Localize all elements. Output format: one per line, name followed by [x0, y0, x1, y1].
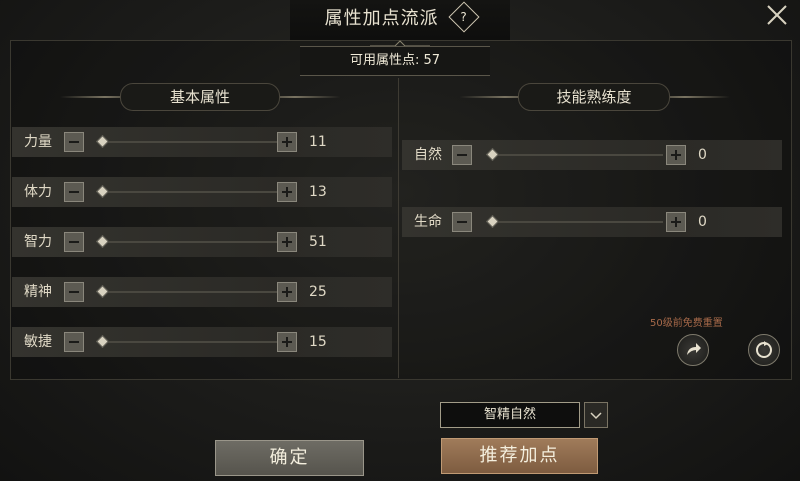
- minus-button[interactable]: [64, 182, 84, 202]
- stat-label: 生命: [414, 214, 442, 230]
- minus-icon: [69, 341, 79, 343]
- available-points: 可用属性点: 57: [300, 46, 490, 76]
- stat-value: 25: [309, 284, 327, 300]
- confirm-button[interactable]: 确定: [215, 440, 364, 476]
- plus-button[interactable]: [277, 232, 297, 252]
- slider-track[interactable]: [108, 291, 278, 293]
- stat-label: 体力: [24, 184, 52, 200]
- minus-icon: [69, 291, 79, 293]
- chevron-down-icon: [590, 412, 602, 420]
- stat-row: 体力 13: [12, 177, 392, 207]
- minus-button[interactable]: [64, 132, 84, 152]
- redo-button[interactable]: [677, 334, 709, 366]
- close-icon[interactable]: [764, 2, 790, 28]
- minus-icon: [457, 154, 467, 156]
- plus-button[interactable]: [666, 212, 686, 232]
- available-points-value: 57: [423, 53, 441, 68]
- stat-label: 智力: [24, 234, 52, 250]
- stat-value: 51: [309, 234, 327, 250]
- stat-value: 11: [309, 134, 327, 150]
- basic-section-title: 基本属性: [120, 83, 280, 111]
- slider-knob[interactable]: [96, 135, 109, 148]
- stat-label: 敏捷: [24, 334, 52, 350]
- recommend-button[interactable]: 推荐加点: [441, 438, 598, 474]
- minus-icon: [69, 241, 79, 243]
- minus-button[interactable]: [64, 332, 84, 352]
- slider-knob[interactable]: [96, 185, 109, 198]
- minus-button[interactable]: [452, 212, 472, 232]
- header: 属性加点流派 ?: [0, 1, 800, 33]
- stat-row: 智力 51: [12, 227, 392, 257]
- stat-value: 0: [698, 214, 707, 230]
- stat-value: 15: [309, 334, 327, 350]
- slider-knob[interactable]: [96, 335, 109, 348]
- stat-row: 精神 25: [12, 277, 392, 307]
- slider-track[interactable]: [498, 154, 663, 156]
- slider-knob[interactable]: [96, 235, 109, 248]
- reset-note: 50级前免费重置: [650, 318, 723, 329]
- help-icon[interactable]: ?: [448, 1, 480, 33]
- plus-button[interactable]: [277, 132, 297, 152]
- slider-knob[interactable]: [96, 285, 109, 298]
- stat-label: 自然: [414, 147, 442, 163]
- plus-button[interactable]: [277, 182, 297, 202]
- slider-track[interactable]: [108, 241, 278, 243]
- minus-button[interactable]: [452, 145, 472, 165]
- minus-button[interactable]: [64, 232, 84, 252]
- arrow-icon: [687, 343, 701, 355]
- stat-value: 0: [698, 147, 707, 163]
- slider-track[interactable]: [108, 141, 278, 143]
- minus-button[interactable]: [64, 282, 84, 302]
- stat-row: 生命 0: [402, 207, 782, 237]
- slider-track[interactable]: [498, 221, 663, 223]
- minus-icon: [69, 191, 79, 193]
- available-points-label: 可用属性点:: [349, 53, 420, 68]
- slider-knob[interactable]: [486, 215, 499, 228]
- preset-name-field[interactable]: 智精自然: [440, 402, 580, 428]
- stat-row: 自然 0: [402, 140, 782, 170]
- stat-label: 精神: [24, 284, 52, 300]
- reset-button[interactable]: [748, 334, 780, 366]
- minus-icon: [69, 141, 79, 143]
- plus-button[interactable]: [277, 332, 297, 352]
- stat-label: 力量: [24, 134, 52, 150]
- skills-section-title: 技能熟练度: [518, 83, 670, 111]
- plus-button[interactable]: [277, 282, 297, 302]
- plus-button[interactable]: [666, 145, 686, 165]
- page-title: 属性加点流派: [324, 8, 439, 29]
- stat-value: 13: [309, 184, 327, 200]
- reset-icon: [756, 341, 772, 358]
- stat-row: 敏捷 15: [12, 327, 392, 357]
- slider-track[interactable]: [108, 191, 278, 193]
- preset-dropdown[interactable]: [584, 402, 608, 428]
- panel-divider: [398, 78, 399, 378]
- minus-icon: [457, 221, 467, 223]
- slider-track[interactable]: [108, 341, 278, 343]
- stat-row: 力量 11: [12, 127, 392, 157]
- slider-knob[interactable]: [486, 148, 499, 161]
